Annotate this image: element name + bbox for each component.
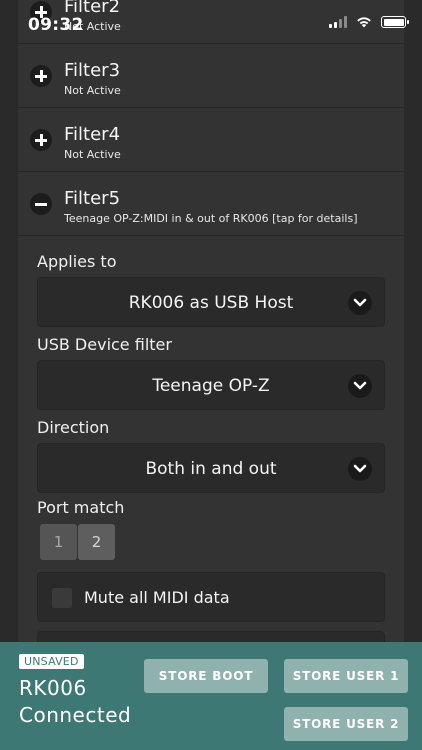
port-1-button[interactable]: 1 (40, 524, 77, 560)
minus-icon[interactable] (30, 193, 52, 215)
mute-all-midi-toggle[interactable]: Mute all MIDI data (37, 572, 385, 622)
chevron-down-icon (348, 457, 372, 481)
store-boot-button[interactable]: STORE BOOT (144, 659, 268, 693)
usb-device-filter-label: USB Device filter (37, 335, 172, 354)
port-match-label: Port match (37, 498, 125, 517)
filter-status: Not Active (64, 148, 121, 161)
status-indicators (329, 16, 409, 28)
device-state: Connected (19, 703, 132, 727)
filter-status[interactable]: Teenage OP-Z:MIDI in & out of RK006 [tap… (64, 212, 358, 225)
filter-name: Filter4 (64, 124, 121, 145)
applies-to-select[interactable]: RK006 as USB Host (37, 277, 385, 327)
filter-row-3[interactable]: Filter3 Not Active (18, 44, 404, 108)
plus-icon[interactable] (30, 65, 52, 87)
direction-value: Both in and out (145, 459, 277, 479)
port-2-button[interactable]: 2 (78, 524, 115, 560)
store-user-1-button[interactable]: STORE USER 1 (284, 659, 408, 693)
filter-status: Not Active (64, 84, 121, 97)
filter-name: Filter3 (64, 60, 121, 81)
cellular-signal-icon (329, 16, 347, 28)
usb-device-filter-value: Teenage OP-Z (152, 376, 270, 396)
applies-to-label: Applies to (37, 252, 117, 271)
store-user-2-button[interactable]: STORE USER 2 (284, 707, 408, 741)
plus-icon[interactable] (30, 129, 52, 151)
battery-icon (381, 16, 409, 28)
filter-row-5[interactable]: Filter5 Teenage OP-Z:MIDI in & out of RK… (18, 172, 404, 236)
usb-device-filter-select[interactable]: Teenage OP-Z (37, 360, 385, 410)
filter-name: Filter5 (64, 188, 121, 209)
device-name: RK006 (19, 676, 87, 700)
mute-label: Mute all MIDI data (84, 588, 230, 607)
status-time: 09:32 (28, 15, 84, 35)
mute-checkbox[interactable] (52, 588, 72, 608)
chevron-down-icon (348, 291, 372, 315)
direction-label: Direction (37, 418, 110, 437)
applies-to-value: RK006 as USB Host (128, 293, 294, 313)
footer-bar: UNSAVED RK006 Connected STORE BOOT STORE… (0, 642, 422, 750)
unsaved-badge: UNSAVED (19, 654, 84, 669)
filter-row-4[interactable]: Filter4 Not Active (18, 108, 404, 172)
chevron-down-icon (348, 374, 372, 398)
direction-select[interactable]: Both in and out (37, 443, 385, 493)
wifi-icon (357, 17, 371, 28)
